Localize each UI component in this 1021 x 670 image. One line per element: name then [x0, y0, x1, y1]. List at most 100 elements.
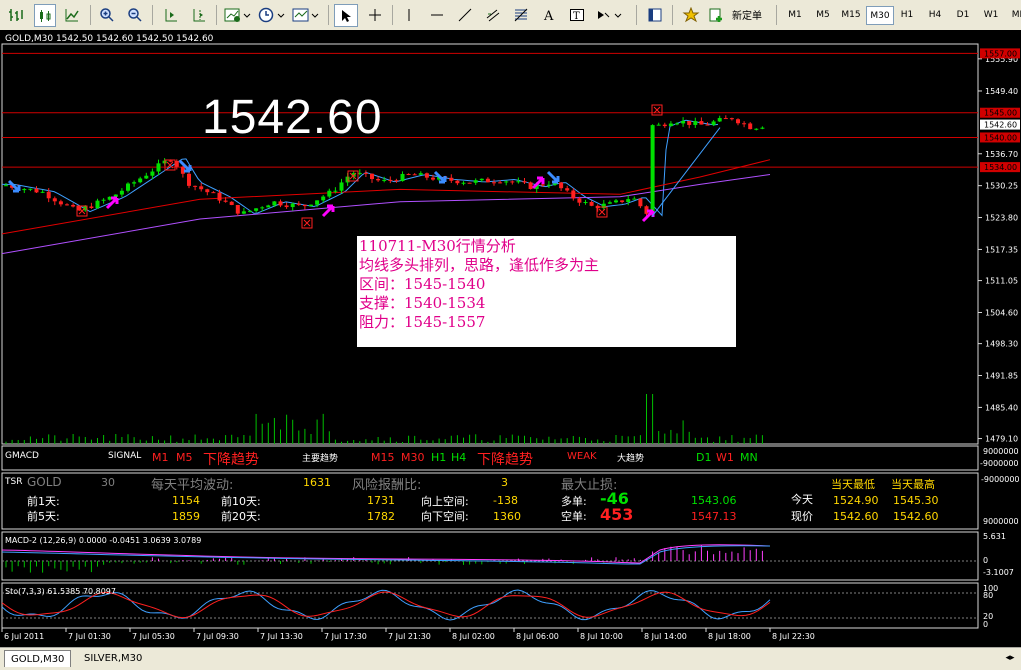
fractal-marker-cross [303, 219, 311, 227]
line-chart-icon[interactable] [62, 4, 82, 25]
candle-body [156, 163, 161, 172]
candle-body [565, 188, 570, 191]
candle-body [492, 182, 496, 184]
svg-text:A: A [543, 9, 554, 23]
candle-body [528, 182, 533, 190]
tsr-long-price: 1543.06 [691, 494, 737, 507]
timeframe-h4[interactable]: H4 [922, 6, 948, 23]
gmacd-m1: M1 [152, 451, 169, 464]
text-icon[interactable]: A [538, 4, 560, 25]
volume-bars [5, 394, 763, 444]
candle-body [52, 198, 57, 202]
tsr-prev5-value: 1859 [172, 510, 200, 523]
candle-body [28, 188, 33, 190]
tsr-today-low: 1524.90 [833, 494, 879, 507]
price-tick-label: 1517.35 [985, 245, 1018, 254]
separator [672, 5, 673, 25]
candle-body [406, 173, 411, 175]
time-axis: 6 Jul 2011 7 Jul 01:30 7 Jul 05:30 7 Jul 09… [1, 628, 815, 641]
candle-body [754, 128, 759, 130]
tsr-short-value: 453 [600, 505, 634, 524]
candle-body [400, 173, 405, 182]
macd-scale-zero: 0 [983, 556, 989, 565]
analysis-box: 110711-M30行情分析 均线多头排列，思路，逢低作多为主 区间：1545-… [357, 236, 736, 347]
tsr-prev10-label: 前10天: [221, 495, 261, 508]
candle-body [693, 121, 698, 125]
analysis-title: 110711-M30行情分析 [359, 237, 516, 255]
candle-body [394, 180, 399, 182]
price-label: 1545.00 [984, 109, 1017, 118]
candle-body [607, 202, 612, 204]
chart-shift-icon[interactable] [188, 4, 210, 25]
timeframe-d1[interactable]: D1 [950, 6, 976, 23]
gmacd-weak: WEAK [567, 451, 597, 462]
candle-body [424, 173, 429, 178]
candle-body [266, 205, 271, 208]
tab-silver-m30[interactable]: SILVER,M30 [78, 650, 148, 666]
fractal-marker-cross [78, 207, 86, 215]
tab-gold-m30[interactable]: GOLD,M30 [4, 650, 72, 667]
gmacd-h1: H1 [431, 451, 447, 464]
gmacd-d1: D1 [696, 451, 712, 464]
candle-body [626, 199, 631, 202]
new-order-button[interactable]: 新定单 [708, 4, 768, 25]
templates-icon[interactable] [290, 4, 322, 25]
candle-body [583, 202, 588, 204]
sto-panel-frame [1, 582, 979, 629]
candle-body [205, 189, 210, 193]
timeframe-m1[interactable]: M1 [782, 6, 808, 23]
crosshair-icon[interactable] [364, 4, 386, 25]
candle-body [675, 123, 679, 125]
candle-body [138, 178, 143, 183]
cursor-icon[interactable] [334, 4, 358, 27]
tsr-prev5-label: 前5天: [27, 510, 60, 523]
time-tick-label: 7 Jul 05:30 [132, 632, 175, 641]
channel-icon[interactable] [482, 4, 504, 25]
candle-body [376, 179, 381, 181]
tsr-value: 30 [101, 476, 115, 489]
candle-body [418, 173, 423, 175]
price-tick-label: 1530.25 [985, 182, 1018, 191]
zoom-out-icon[interactable] [124, 4, 146, 25]
expert-advisors-icon[interactable] [680, 4, 702, 25]
tab-scroll-icon[interactable]: ◂▸ [1003, 652, 1017, 664]
candle-body [431, 177, 435, 180]
timeframe-m15[interactable]: M15 [838, 6, 864, 23]
tsr-up-space-label: 向上空间: [421, 495, 469, 508]
horizontal-line-icon[interactable] [426, 4, 448, 25]
indicators-icon[interactable] [222, 4, 254, 25]
zoom-in-icon[interactable] [96, 4, 118, 25]
timeframe-m5[interactable]: M5 [810, 6, 836, 23]
timeframe-mn[interactable]: MN [1006, 6, 1021, 23]
candlestick-icon[interactable] [34, 4, 56, 27]
text-label-icon[interactable]: T [566, 4, 588, 25]
candle-body [388, 179, 393, 181]
candle-body [473, 180, 478, 183]
candle-body [278, 201, 283, 206]
sell-arrow-icon [433, 170, 447, 184]
candle-body [144, 175, 149, 179]
price-tick-label: 1549.40 [985, 87, 1018, 96]
trendline-icon[interactable] [454, 4, 476, 25]
candle-body [248, 210, 252, 212]
tsr-today-high: 1545.30 [893, 494, 939, 507]
candle-body [467, 182, 472, 184]
tsr-prev10-value: 1731 [367, 494, 395, 507]
navigator-icon[interactable] [644, 4, 666, 25]
periods-icon[interactable] [256, 4, 288, 25]
candle-body [119, 190, 124, 195]
vertical-line-icon[interactable] [398, 4, 420, 25]
timeframe-m30[interactable]: M30 [866, 6, 894, 25]
candle-body [58, 201, 63, 205]
candle-body [363, 172, 368, 174]
fibonacci-icon[interactable] [510, 4, 532, 25]
chart-window[interactable]: 1555.90 1549.40 1536.70 1530.25 1523.80 1517.… [0, 30, 1021, 647]
time-tick-label: 7 Jul 21:30 [388, 632, 431, 641]
time-tick-label: 8 Jul 10:00 [580, 632, 623, 641]
arrows-icon[interactable] [594, 4, 626, 25]
timeframe-h1[interactable]: H1 [894, 6, 920, 23]
bar-chart-icon[interactable] [6, 4, 26, 25]
timeframe-w1[interactable]: W1 [978, 6, 1004, 23]
auto-scroll-icon[interactable] [160, 4, 182, 25]
tsr-today-label: 今天 [791, 493, 813, 506]
